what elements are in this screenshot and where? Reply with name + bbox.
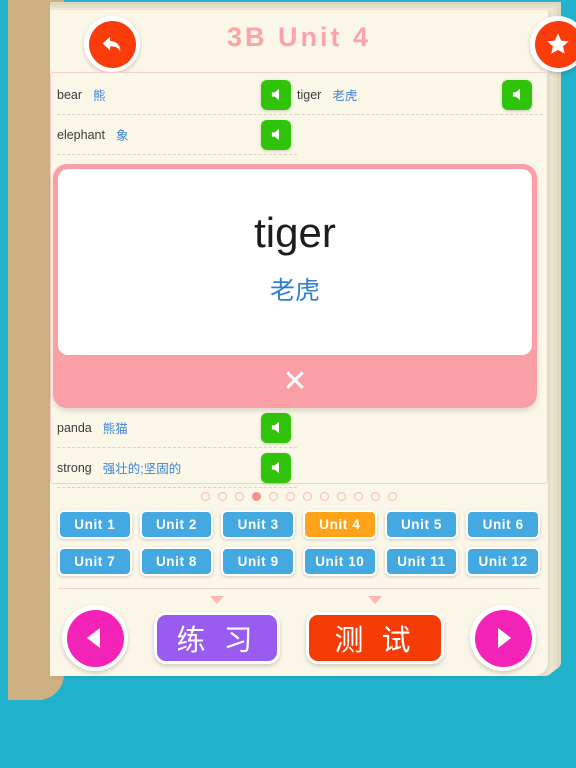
star-icon [547,33,569,54]
pagination-dot[interactable] [235,492,244,501]
pagination-dot[interactable] [269,492,278,501]
word-row[interactable]: strong 强壮的;坚固的 [57,448,297,488]
speaker-icon [271,128,279,141]
word-row[interactable]: tiger 老虎 [297,75,543,115]
word-chinese: 老虎 [332,89,358,103]
pagination-dot[interactable] [371,492,380,501]
previous-button-fill [66,609,124,667]
flashcard-word-english: tiger [254,208,336,256]
speaker-icon-button[interactable] [261,119,291,150]
word-english: bear [57,87,83,102]
pagination-dot[interactable] [218,492,227,501]
header: 3B Unit 4 [50,10,576,72]
speaker-icon [271,461,279,474]
triangle-right-icon [498,628,512,648]
unit-button-5[interactable]: Unit 5 [384,510,459,539]
app-root: 3B Unit 4 bear 熊 tiger 老虎 elephant 象 pan… [0,0,576,768]
practice-button[interactable]: 练 习 [154,612,280,664]
pagination-dot[interactable] [354,492,363,501]
close-x-icon: ✕ [282,364,308,398]
unit-button-12[interactable]: Unit 12 [466,547,540,576]
pagination-dot[interactable] [388,492,397,501]
word-chinese: 熊猫 [102,422,128,436]
pagination-dots [50,492,548,501]
unit-button-1[interactable]: Unit 1 [58,510,132,539]
word-row[interactable]: bear 熊 [57,75,297,115]
main-page: 3B Unit 4 bear 熊 tiger 老虎 elephant 象 pan… [50,10,576,676]
unit-button-3[interactable]: Unit 3 [221,510,295,539]
previous-page-button[interactable] [62,605,128,671]
unit-button-9[interactable]: Unit 9 [221,547,295,576]
speaker-icon-button[interactable] [502,79,532,110]
section-divider [58,588,540,589]
next-page-button[interactable] [470,605,536,671]
speaker-icon [512,88,520,101]
word-list-panel: bear 熊 tiger 老虎 elephant 象 panda 熊猫 stro… [50,72,548,488]
word-chinese: 强壮的;坚固的 [102,462,182,476]
pagination-dot[interactable] [286,492,295,501]
speaker-icon-button[interactable] [261,79,291,110]
unit-button-11[interactable]: Unit 11 [384,547,459,576]
unit-button-7[interactable]: Unit 7 [58,547,132,576]
star-button-fill [534,20,576,68]
speaker-icon [271,88,279,101]
flashcard-word-chinese: 老虎 [269,277,320,306]
speaker-icon [271,421,279,434]
flashcard-overlay: tiger 老虎 ✕ [53,164,537,408]
pagination-dot[interactable] [201,492,210,501]
word-english: panda [57,420,92,435]
word-english: strong [57,460,92,475]
flashcard-face: tiger 老虎 [58,169,532,355]
favorite-star-button[interactable] [530,16,576,72]
speaker-icon-button[interactable] [261,412,291,443]
word-row[interactable]: elephant 象 [57,115,297,155]
word-english: elephant [57,127,105,142]
unit-button-10[interactable]: Unit 10 [302,547,377,576]
unit-button-6[interactable]: Unit 6 [466,510,540,539]
flashcard-close-button[interactable]: ✕ [53,355,537,408]
word-english: tiger [297,87,322,102]
unit-button-2[interactable]: Unit 2 [139,510,214,539]
unit-grid: Unit 1 Unit 2 Unit 3 Unit 4 Unit 5 Unit … [58,510,540,576]
next-button-fill [474,609,532,667]
word-chinese: 象 [115,129,129,143]
pagination-dot[interactable] [303,492,312,501]
test-button[interactable]: 测 试 [306,612,444,664]
triangle-left-icon [86,628,100,648]
page-title: 3B Unit 4 [226,22,372,52]
unit-button-8[interactable]: Unit 8 [139,547,214,576]
unit-button-4[interactable]: Unit 4 [302,510,377,539]
pagination-dot[interactable] [320,492,329,501]
word-chinese: 熊 [93,89,106,103]
pagination-dot-active[interactable] [252,492,261,501]
pagination-dot[interactable] [337,492,346,501]
bottom-control-bar: 练 习 测 试 [50,602,548,676]
word-row[interactable]: panda 熊猫 [57,408,297,448]
speaker-icon-button[interactable] [261,452,291,483]
